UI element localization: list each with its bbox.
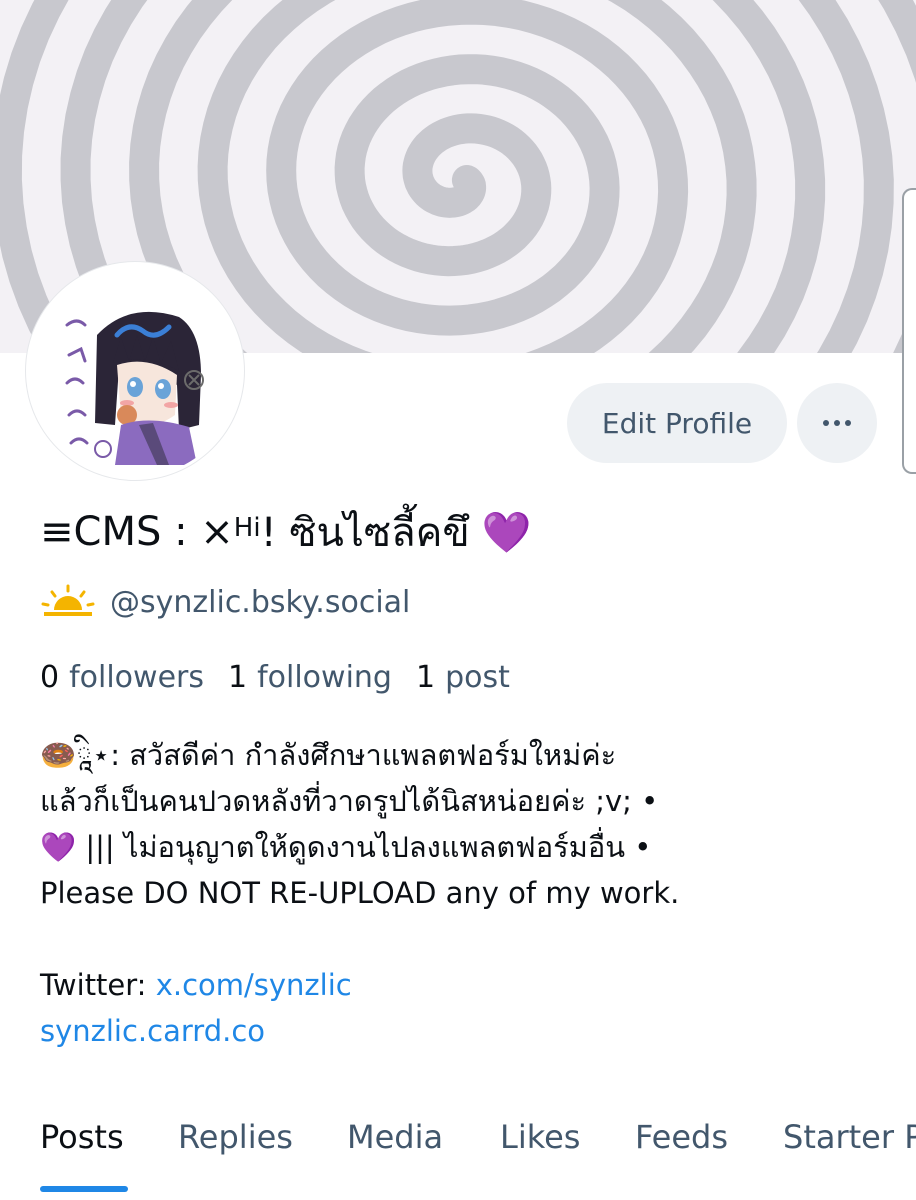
posts-label: post [445,659,510,695]
tab-posts[interactable]: Posts [40,1118,124,1156]
twitter-label: Twitter: [40,968,156,1002]
tab-media[interactable]: Media [347,1118,443,1156]
display-name: ≡CMS : × Hi ! ซินไซลี้คขึ 💜 [40,500,532,564]
bio-twitter-line: Twitter: x.com/synzlic [40,962,900,1008]
tab-feeds[interactable]: Feeds [635,1118,728,1156]
posts-count: 1 [415,659,436,695]
avatar[interactable] [26,262,244,480]
display-name-main: ≡CMS : × [40,509,234,555]
more-options-button[interactable] [797,383,877,463]
followers-count: 0 [40,659,60,695]
profile-bio: 🍩ཱི⋆: สวัสดีค่า กำลังศึกษาแพลตฟอร์มใหม่ค… [40,732,900,1054]
handle-row: @synzlic.bsky.social [40,580,410,624]
active-tab-indicator [40,1186,128,1192]
sun-icon [41,584,95,616]
profile-tabs: Posts Replies Media Likes Feeds Starter … [0,1100,916,1200]
following-count: 1 [228,659,248,695]
tab-starter-packs[interactable]: Starter Packs [783,1118,916,1156]
posts-stat: 1 post [416,660,510,695]
followers-label: followers [69,659,204,695]
ellipsis-icon [823,420,851,426]
followers-stat[interactable]: 0 followers [40,660,204,695]
bio-line: 🍩ཱི⋆: สวัสดีค่า กำลังศึกษาแพลตฟอร์มใหม่ค… [40,738,617,772]
bio-line: Please DO NOT RE-UPLOAD any of my work. [40,876,680,910]
bio-line: แล้วก็เป็นคนปวดหลังที่วาดรูปได้นิสหน่อยค… [40,784,659,818]
purple-heart-emoji: 💜 [481,509,532,556]
following-stat[interactable]: 1 following [228,660,392,695]
following-label: following [257,659,392,695]
twitter-link[interactable]: x.com/synzlic [156,968,352,1002]
avatar-illustration [29,265,241,477]
edit-profile-button[interactable]: Edit Profile [567,383,787,463]
bio-line: 💜 ||| ไม่อนุญาตให้ดูดงานไปลงแพลตฟอร์มอื่… [40,830,652,864]
scrollbar-handle[interactable] [902,188,916,474]
carrd-link[interactable]: synzlic.carrd.co [40,1014,265,1048]
tab-likes[interactable]: Likes [500,1118,580,1156]
handle[interactable]: @synzlic.bsky.social [110,585,410,620]
display-name-superscript: Hi [233,513,261,543]
profile-stats: 0 followers 1 following 1 post [40,654,534,700]
tab-replies[interactable]: Replies [178,1118,293,1156]
display-name-rest: ! ซินไซลี้คขึ [260,510,470,556]
